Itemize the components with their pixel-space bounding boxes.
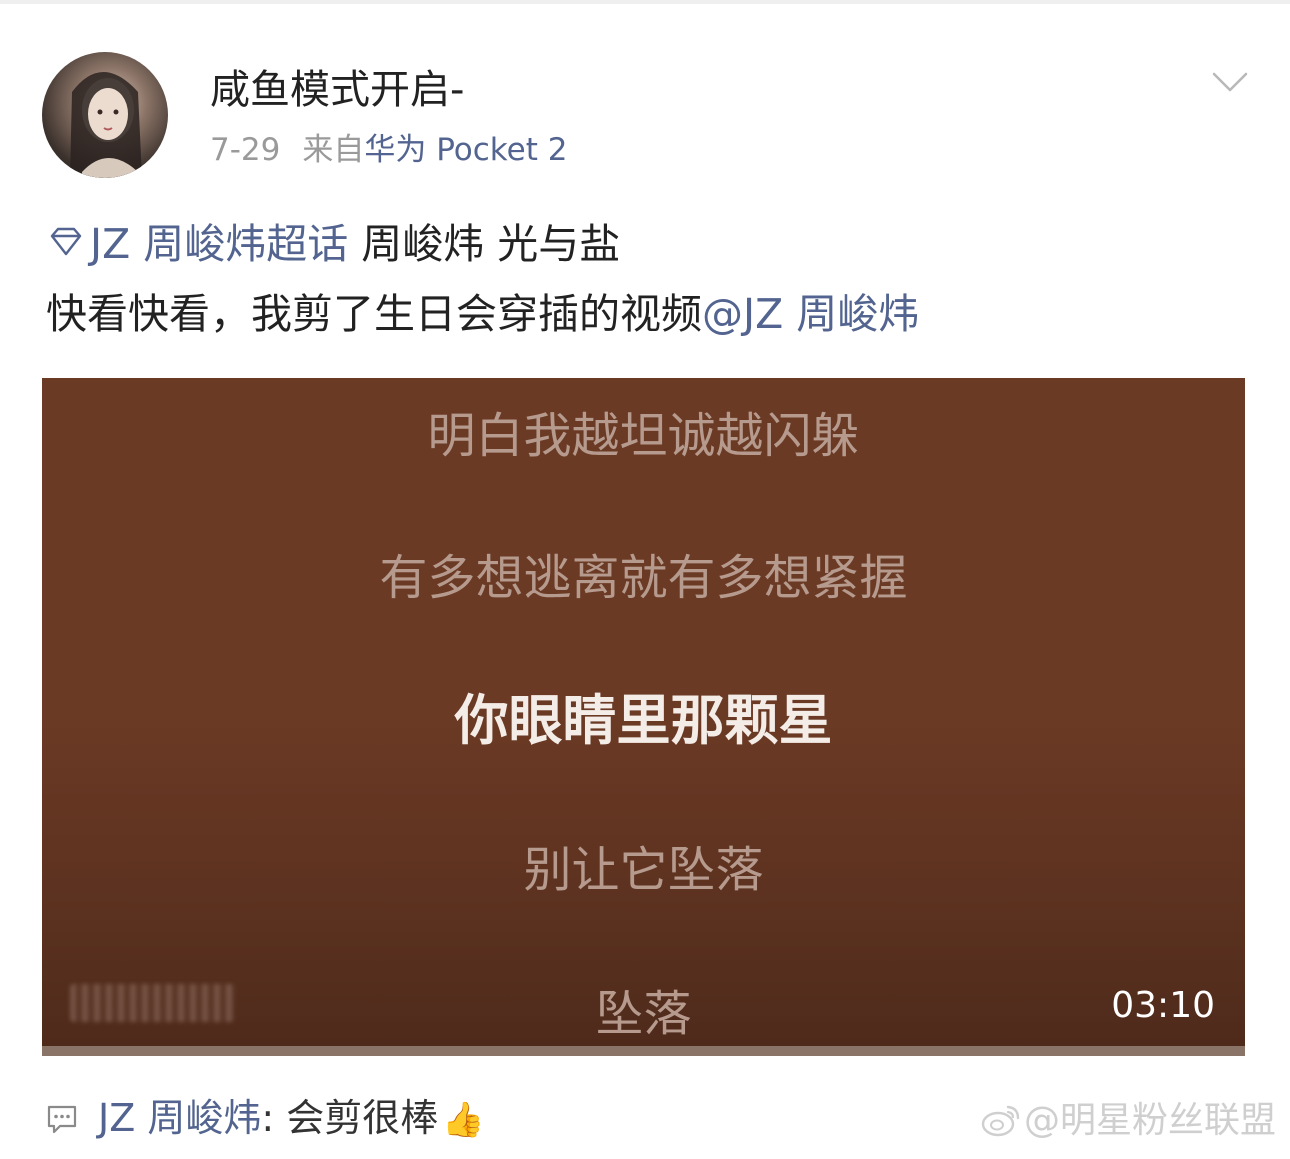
thumbs-up-icon: 👍 xyxy=(442,1100,485,1140)
weibo-icon xyxy=(981,1105,1020,1137)
source-watermark: @明星粉丝联盟 xyxy=(980,1098,1276,1144)
comment-bubble-icon xyxy=(47,1105,77,1134)
super-topic-label: JZ 周峻炜超话 xyxy=(90,220,349,268)
chevron-down-icon[interactable] xyxy=(1212,64,1248,100)
lyric-line-active: 你眼睛里那颗星 xyxy=(454,689,833,752)
comment-text: 会剪很棒 xyxy=(286,1096,439,1140)
post-body: 快看快看，我剪了生日会穿插的视频@JZ 周峻炜 xyxy=(46,285,919,343)
post-body-text: 快看快看，我剪了生日会穿插的视频 xyxy=(46,290,702,338)
video-duration: 03:10 xyxy=(1111,985,1215,1026)
super-topic-link[interactable]: JZ 周峻炜超话 xyxy=(46,220,348,268)
top-divider xyxy=(0,0,1290,4)
blurred-watermark xyxy=(70,984,235,1022)
lyric-line: 别让它坠落 xyxy=(523,842,764,898)
video-player[interactable]: 明白我越坦诚越闪躲 有多想逃离就有多想紧握 你眼睛里那颗星 别让它坠落 坠落 0… xyxy=(42,378,1245,1050)
diamond-icon xyxy=(50,227,82,256)
avatar-illustration xyxy=(70,72,142,178)
avatar[interactable] xyxy=(42,52,168,178)
comment-separator: : xyxy=(261,1096,287,1140)
username[interactable]: 咸鱼模式开启- xyxy=(210,62,464,118)
post-meta: 7-29 来自华为 Pocket 2 xyxy=(210,128,567,172)
comment-author[interactable]: JZ 周峻炜 xyxy=(98,1096,261,1140)
post-date: 7-29 xyxy=(210,132,281,168)
weibo-post-card: 咸鱼模式开启- 7-29 来自华为 Pocket 2 JZ 周峻炜超话 周峻炜 光… xyxy=(0,0,1290,1159)
lyric-line: 有多想逃离就有多想紧握 xyxy=(379,550,908,606)
post-topic-line: JZ 周峻炜超话 周峻炜 光与盐 xyxy=(46,215,620,273)
lyric-line: 明白我越坦诚越闪躲 xyxy=(427,408,860,464)
post-tags: 周峻炜 光与盐 xyxy=(348,220,621,268)
source-device[interactable]: 华为 Pocket 2 xyxy=(364,132,567,168)
video-bottom-edge xyxy=(42,1046,1245,1056)
source-watermark-text: @明星粉丝联盟 xyxy=(1023,1100,1276,1141)
source-label: 来自 xyxy=(302,132,365,168)
featured-comment[interactable]: JZ 周峻炜: 会剪很棒 👍 xyxy=(46,1090,485,1148)
mention-link[interactable]: @JZ 周峻炜 xyxy=(702,290,919,338)
